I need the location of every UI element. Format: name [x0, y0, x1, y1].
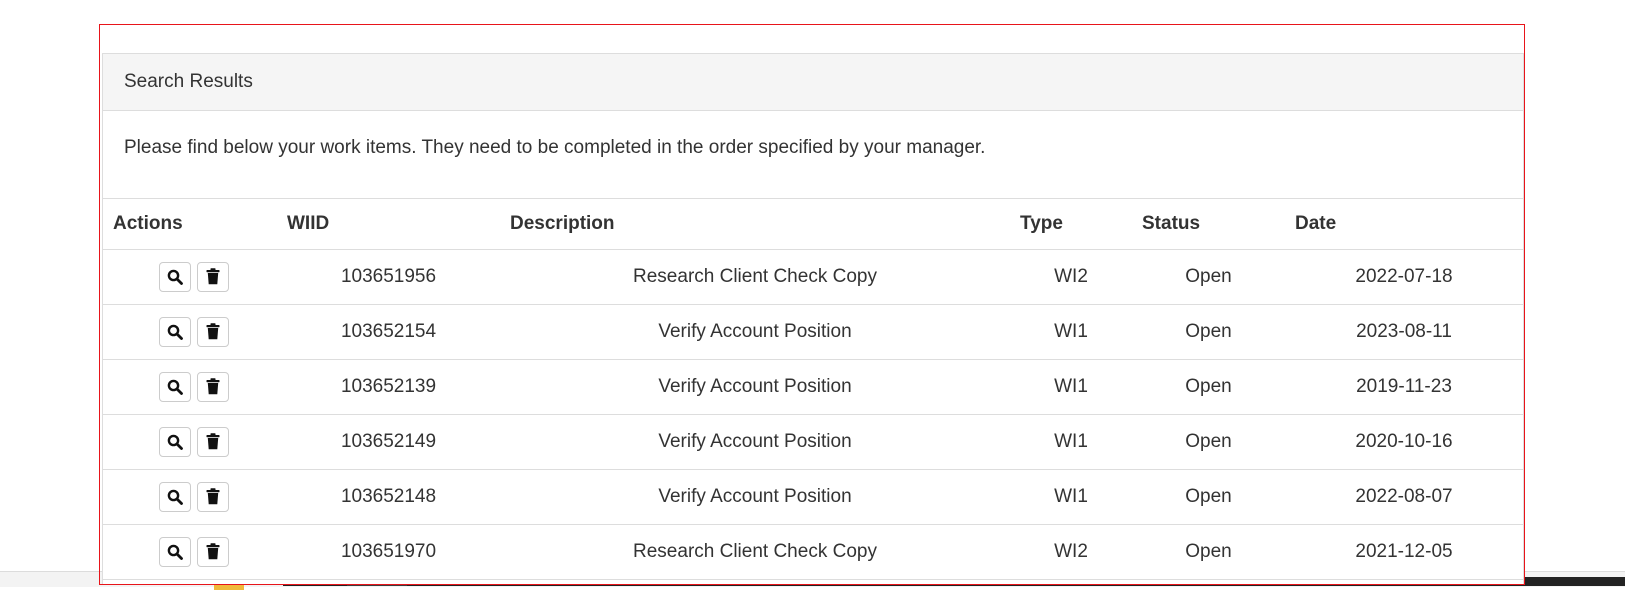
cell-date: 2020-10-16: [1285, 414, 1523, 470]
cell-wiid: 103652154: [277, 304, 500, 360]
view-button[interactable]: [159, 261, 191, 292]
view-button[interactable]: [159, 316, 191, 347]
table-header-row: Actions WIID Description Type Status Dat…: [103, 199, 1523, 250]
trash-icon: [206, 433, 220, 450]
trash-icon: [206, 378, 220, 395]
trash-icon: [206, 543, 220, 560]
cell-description: Research Client Check Copy: [500, 249, 1010, 305]
trash-icon: [206, 268, 220, 285]
table-row: 103652154 Verify Account Position WI1 Open 2…: [103, 304, 1523, 360]
cell-wiid: 103652139: [277, 359, 500, 415]
cell-description: Verify Account Position: [500, 469, 1010, 525]
column-header-wiid[interactable]: WIID: [277, 199, 500, 250]
view-button[interactable]: [159, 426, 191, 457]
cell-status: Open: [1132, 414, 1285, 470]
table-row: 103651970 Research Client Check Copy WI2 Op…: [103, 524, 1523, 580]
cell-date: 2019-11-23: [1285, 359, 1523, 415]
cell-wiid: 103652148: [277, 469, 500, 525]
table-row: 103652149 Verify Account Position WI1 Open 2…: [103, 414, 1523, 470]
column-header-type[interactable]: Type: [1010, 199, 1132, 250]
search-results-panel: Search Results Please find below your wo…: [102, 53, 1524, 584]
delete-button[interactable]: [197, 261, 229, 292]
cell-description: Verify Account Position: [500, 304, 1010, 360]
panel-heading: Search Results: [103, 54, 1523, 111]
cell-status: Open: [1132, 249, 1285, 305]
column-header-description[interactable]: Description: [500, 199, 1010, 250]
panel-title: Search Results: [124, 71, 253, 92]
cell-status: Open: [1132, 524, 1285, 580]
highlight-frame: Search Results Please find below your wo…: [99, 24, 1525, 585]
cell-status: Open: [1132, 304, 1285, 360]
cell-type: WI2: [1010, 249, 1132, 305]
actions-cell: [103, 359, 277, 415]
cell-type: WI1: [1010, 469, 1132, 525]
cell-date: 2021-12-05: [1285, 524, 1523, 580]
table-row: 103651956 Research Client Check Copy WI2 Op…: [103, 249, 1523, 305]
delete-button[interactable]: [197, 536, 229, 567]
actions-cell: [103, 304, 277, 360]
delete-button[interactable]: [197, 481, 229, 512]
delete-button[interactable]: [197, 316, 229, 347]
search-icon: [167, 324, 183, 340]
cell-wiid: 103652149: [277, 414, 500, 470]
panel-intro: Please find below your work items. They …: [103, 111, 1523, 199]
actions-cell: [103, 469, 277, 525]
actions-cell: [103, 414, 277, 470]
cell-description: Verify Account Position: [500, 359, 1010, 415]
search-icon: [167, 544, 183, 560]
delete-button[interactable]: [197, 371, 229, 402]
cell-description: Research Client Check Copy: [500, 524, 1010, 580]
intro-text: Please find below your work items. They …: [124, 137, 986, 158]
cell-wiid: 103651970: [277, 524, 500, 580]
actions-cell: [103, 524, 277, 580]
actions-cell: [103, 249, 277, 305]
cell-date: 2022-07-18: [1285, 249, 1523, 305]
cell-date: 2022-08-07: [1285, 469, 1523, 525]
search-icon: [167, 434, 183, 450]
delete-button[interactable]: [197, 426, 229, 457]
column-header-actions: Actions: [103, 199, 277, 250]
cell-status: Open: [1132, 359, 1285, 415]
trash-icon: [206, 323, 220, 340]
trash-icon: [206, 488, 220, 505]
table-row: 103652139 Verify Account Position WI1 Open 2…: [103, 359, 1523, 415]
work-items-table: Actions WIID Description Type Status Dat…: [103, 199, 1523, 580]
view-button[interactable]: [159, 536, 191, 567]
cell-date: 2023-08-11: [1285, 304, 1523, 360]
cell-wiid: 103651956: [277, 249, 500, 305]
search-icon: [167, 379, 183, 395]
cell-type: WI2: [1010, 524, 1132, 580]
cell-description: Verify Account Position: [500, 414, 1010, 470]
search-icon: [167, 269, 183, 285]
cell-type: WI1: [1010, 359, 1132, 415]
view-button[interactable]: [159, 371, 191, 402]
cell-type: WI1: [1010, 304, 1132, 360]
cell-status: Open: [1132, 469, 1285, 525]
cell-type: WI1: [1010, 414, 1132, 470]
view-button[interactable]: [159, 481, 191, 512]
search-icon: [167, 489, 183, 505]
table-row: 103652148 Verify Account Position WI1 Open 2…: [103, 469, 1523, 525]
column-header-status[interactable]: Status: [1132, 199, 1285, 250]
column-header-date[interactable]: Date: [1285, 199, 1523, 250]
